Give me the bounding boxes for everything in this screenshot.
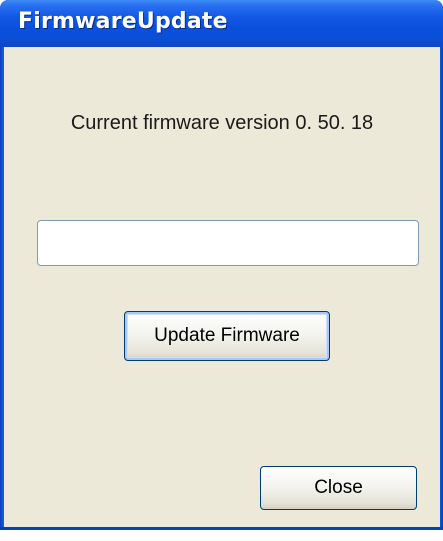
- dialog-client-area: Current firmware version 0. 50. 18 Updat…: [4, 47, 440, 527]
- window-bottom-border: [0, 527, 443, 530]
- update-firmware-button[interactable]: Update Firmware: [124, 311, 330, 361]
- firmware-file-field[interactable]: [37, 220, 419, 266]
- close-button[interactable]: Close: [260, 466, 417, 510]
- firmware-update-window: FirmwareUpdate Current firmware version …: [0, 0, 443, 530]
- firmware-version-label: Current firmware version 0. 50. 18: [70, 112, 374, 134]
- window-title: FirmwareUpdate: [18, 9, 228, 34]
- title-bar[interactable]: FirmwareUpdate: [0, 0, 443, 47]
